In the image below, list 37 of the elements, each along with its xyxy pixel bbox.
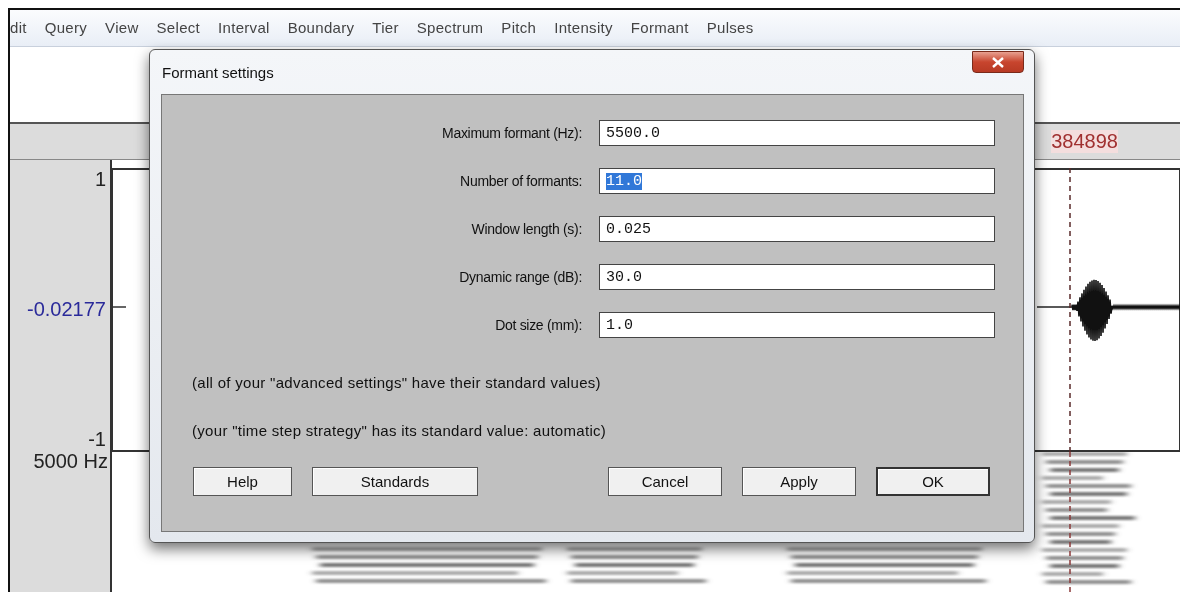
menu-item[interactable]: Spectrum: [416, 19, 484, 37]
dialog-button[interactable]: OK: [876, 467, 990, 496]
menu-item[interactable]: Pulses: [706, 19, 754, 37]
dialog-button[interactable]: Cancel: [608, 467, 722, 496]
close-icon: [992, 56, 1004, 68]
cursor-time: 384898: [1051, 130, 1118, 154]
menu-item[interactable]: Interval: [218, 19, 270, 37]
field-label: Window length (s):: [470, 221, 583, 237]
menu-item[interactable]: dit: [10, 19, 27, 37]
dialog-button[interactable]: Apply: [742, 467, 856, 496]
input-field[interactable]: 1.0: [599, 312, 995, 338]
dialog-button[interactable]: Help: [193, 467, 292, 496]
menu-item[interactable]: Formant: [630, 19, 689, 37]
note-text: (all of your "advanced settings" have their standard values): [192, 374, 602, 391]
field-label: Number of formants:: [459, 173, 583, 189]
note-text: (your "time step strategy" has its standard value: automatic): [192, 422, 608, 439]
dialog-button[interactable]: Standards: [312, 467, 478, 496]
axis-label: 1: [94, 168, 106, 190]
menu-item[interactable]: Tier: [372, 19, 399, 37]
menu-item[interactable]: View: [105, 19, 139, 37]
field-label: Dot size (mm):: [494, 317, 583, 333]
menu-item[interactable]: Select: [156, 19, 201, 37]
menu-item[interactable]: Boundary: [287, 19, 355, 37]
field-label: Maximum formant (Hz):: [441, 125, 583, 141]
axis-label: 5000 Hz: [33, 450, 109, 473]
axis-label: -0.02177: [27, 298, 106, 320]
window-title: Formant settings: [162, 63, 274, 81]
input-field[interactable]: 5500.0: [599, 120, 995, 146]
field-label: Dynamic range (dB):: [458, 269, 583, 285]
close-button[interactable]: [972, 51, 1024, 73]
input-field[interactable]: 0.025: [599, 216, 995, 242]
menu-item[interactable]: Query: [44, 19, 88, 37]
axis-label: -1: [88, 428, 106, 450]
menu-item[interactable]: Intensity: [554, 19, 613, 37]
input-field[interactable]: 11.0: [599, 168, 995, 194]
menu-item[interactable]: Pitch: [501, 19, 537, 37]
input-field[interactable]: 30.0: [599, 264, 995, 290]
